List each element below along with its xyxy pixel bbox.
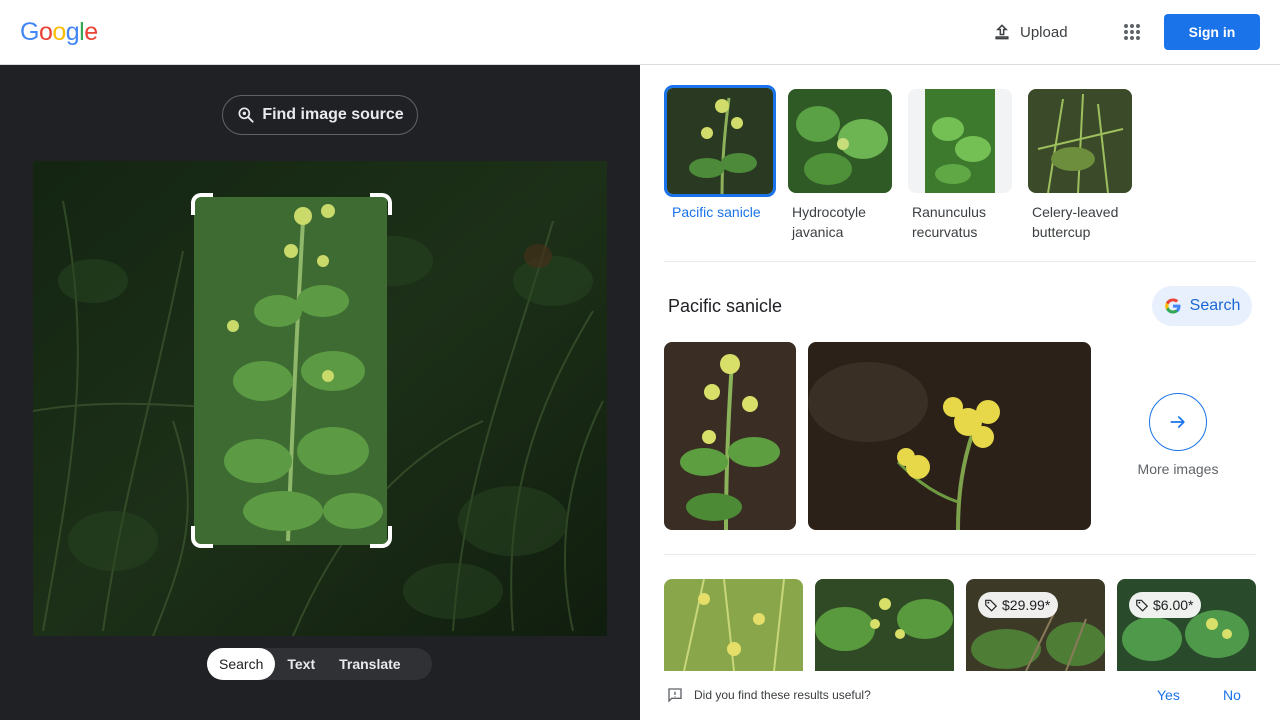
- result-image-4[interactable]: $6.00*: [1117, 579, 1256, 671]
- match-thumbnail: [788, 89, 892, 193]
- entity-title: Pacific sanicle: [668, 296, 783, 316]
- feedback-question: Did you find these results useful?: [694, 688, 871, 702]
- result-image-1[interactable]: [664, 579, 803, 671]
- crop-selection-box[interactable]: [191, 193, 392, 548]
- crop-handle-bottom-right[interactable]: [370, 526, 392, 548]
- feedback-icon: [668, 688, 682, 703]
- upload-icon: [995, 24, 1009, 40]
- price-label: $6.00*: [1153, 597, 1194, 613]
- crop-handle-bottom-left[interactable]: [191, 526, 213, 548]
- logo-letter: o: [38, 18, 53, 46]
- google-search-label: Search: [1189, 297, 1241, 314]
- match-thumbnail: [1028, 89, 1132, 193]
- match-label: Celery-leaved buttercup: [1032, 204, 1119, 240]
- feedback-bar: Did you find these results useful? Yes N…: [640, 671, 1280, 720]
- result-image-3[interactable]: $29.99*: [966, 579, 1105, 671]
- google-logo[interactable]: Google: [20, 18, 98, 47]
- top-bar: Google Upload Sign in: [0, 0, 1280, 65]
- match-label: Hydrocotyle javanica: [792, 204, 866, 240]
- logo-letter: e: [84, 18, 98, 46]
- section-divider: [664, 554, 1256, 555]
- logo-letter: g: [65, 18, 80, 46]
- price-tag: $6.00*: [1129, 592, 1202, 618]
- results-panel: Pacific sanicle Hydrocotyle javanica Ran…: [640, 65, 1280, 720]
- apps-grid-icon[interactable]: [1120, 20, 1144, 44]
- crop-handle-top-right[interactable]: [370, 193, 392, 215]
- more-images-button[interactable]: More images: [1136, 393, 1220, 477]
- arrow-right-icon: [1149, 393, 1207, 451]
- tag-icon: [985, 599, 998, 612]
- find-image-source-label: Find image source: [262, 106, 404, 123]
- upload-label: Upload: [1020, 23, 1068, 41]
- section-divider: [664, 261, 1256, 262]
- match-thumbnail: [664, 85, 776, 197]
- entity-image-1[interactable]: [664, 342, 796, 530]
- tag-icon: [1136, 599, 1149, 612]
- crop-handle-top-left[interactable]: [191, 193, 213, 215]
- lens-mode-switcher: Search Text Translate: [207, 648, 432, 680]
- logo-letter: G: [20, 18, 39, 46]
- price-label: $29.99*: [1002, 597, 1051, 613]
- feedback-no-button[interactable]: No: [1223, 687, 1241, 703]
- more-images-label: More images: [1137, 461, 1219, 477]
- google-search-button[interactable]: Search: [1152, 286, 1252, 326]
- sign-in-button[interactable]: Sign in: [1164, 14, 1260, 50]
- lens-image-panel: Find image source Search Text Translate: [0, 65, 640, 720]
- match-thumbnail: [908, 89, 1012, 193]
- upload-button[interactable]: Upload: [992, 20, 1068, 44]
- google-g-icon: [1164, 298, 1181, 314]
- match-label: Pacific sanicle: [672, 204, 761, 220]
- result-image-2[interactable]: [815, 579, 954, 671]
- visual-match-celery-leaved-buttercup[interactable]: Celery-leaved buttercup: [1028, 89, 1140, 242]
- logo-letter: o: [52, 18, 66, 46]
- visual-match-hydrocotyle-javanica[interactable]: Hydrocotyle javanica: [788, 89, 900, 242]
- visual-match-pacific-sanicle[interactable]: Pacific sanicle: [664, 85, 780, 222]
- mode-text-tab[interactable]: Text: [275, 648, 327, 680]
- lens-search-icon: [238, 107, 254, 123]
- mode-translate-tab[interactable]: Translate: [327, 648, 412, 680]
- price-tag: $29.99*: [978, 592, 1059, 618]
- feedback-yes-button[interactable]: Yes: [1157, 687, 1180, 703]
- visual-match-ranunculus-recurvatus[interactable]: Ranunculus recurvatus: [908, 89, 1020, 242]
- find-image-source-button[interactable]: Find image source: [222, 95, 418, 135]
- match-label: Ranunculus recurvatus: [912, 204, 986, 240]
- entity-image-2[interactable]: [808, 342, 1091, 530]
- mode-search-tab[interactable]: Search: [207, 648, 276, 680]
